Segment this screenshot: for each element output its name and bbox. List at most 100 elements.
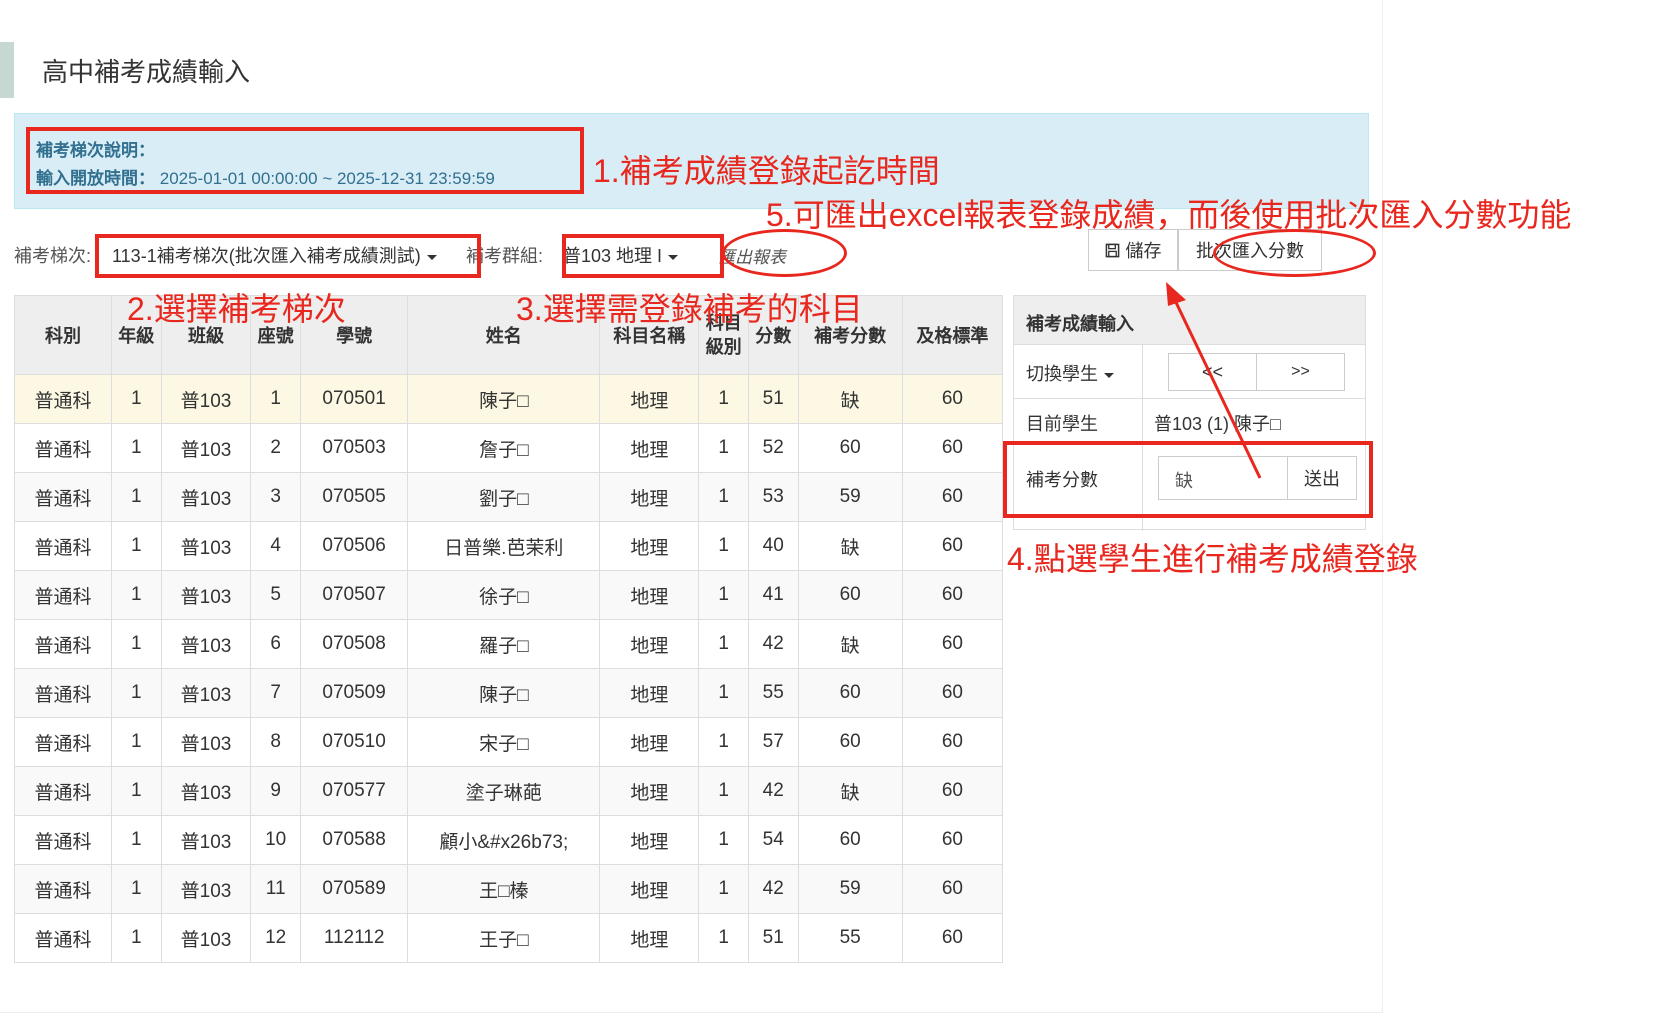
cell-seat: 6 bbox=[250, 619, 301, 669]
cell-student-id: 070589 bbox=[299, 864, 409, 914]
cell-class: 普103 bbox=[160, 864, 252, 914]
switch-student-dropdown[interactable]: 切換學生 bbox=[1026, 360, 1114, 386]
annotation-box-group bbox=[562, 234, 724, 278]
cell-class: 普103 bbox=[160, 815, 252, 865]
cell-student-id: 112112 bbox=[299, 913, 409, 963]
annotation-oval-export bbox=[722, 229, 847, 277]
cell-dept: 普通科 bbox=[13, 815, 113, 865]
cell-makeup-score: 55 bbox=[797, 913, 903, 963]
cell-student-id: 070503 bbox=[299, 423, 409, 473]
cell-name: 劉子□ bbox=[407, 472, 601, 522]
table-row[interactable]: 普通科 1 普103 11 070589 王□榛 地理 1 42 59 60 bbox=[13, 864, 1004, 914]
annotation-arrow-icon bbox=[1166, 282, 1262, 479]
cell-name: 陳子□ bbox=[407, 374, 601, 424]
switch-student-label: 切換學生 bbox=[1026, 364, 1098, 384]
cell-score: 51 bbox=[747, 913, 799, 963]
cell-student-id: 070508 bbox=[299, 619, 409, 669]
cell-score: 57 bbox=[747, 717, 799, 767]
cell-score: 40 bbox=[747, 521, 799, 571]
cell-dept: 普通科 bbox=[13, 766, 113, 816]
cell-subject: 地理 bbox=[599, 521, 700, 571]
title-accent-bar bbox=[0, 42, 14, 98]
cell-name: 王子□ bbox=[407, 913, 601, 963]
cell-name: 徐子□ bbox=[407, 570, 601, 620]
table-row[interactable]: 普通科 1 普103 12 112112 王子□ 地理 1 51 55 60 bbox=[13, 913, 1004, 963]
table-row[interactable]: 普通科 1 普103 6 070508 羅子□ 地理 1 42 缺 60 bbox=[13, 619, 1004, 669]
cell-dept: 普通科 bbox=[13, 423, 113, 473]
cell-class: 普103 bbox=[160, 766, 252, 816]
cell-name: 王□榛 bbox=[407, 864, 601, 914]
cell-score: 42 bbox=[747, 619, 799, 669]
batch-label: 補考梯次: bbox=[14, 246, 92, 266]
cell-grade: 1 bbox=[111, 864, 162, 914]
cell-seat: 11 bbox=[250, 864, 301, 914]
cell-score: 42 bbox=[747, 766, 799, 816]
save-button-label: 儲存 bbox=[1125, 241, 1162, 261]
annotation-text-3: 3.選擇需登錄補考的科目 bbox=[516, 291, 863, 327]
cell-seat: 5 bbox=[250, 570, 301, 620]
cell-subject: 地理 bbox=[599, 815, 700, 865]
table-row[interactable]: 普通科 1 普103 1 070501 陳子□ 地理 1 51 缺 60 bbox=[13, 374, 1004, 424]
table-row[interactable]: 普通科 1 普103 10 070588 顧小&#x26b73; 地理 1 54 60 60 bbox=[13, 815, 1004, 865]
cell-dept: 普通科 bbox=[13, 619, 113, 669]
cell-grade: 1 bbox=[111, 570, 162, 620]
cell-dept: 普通科 bbox=[13, 668, 113, 718]
cell-dept: 普通科 bbox=[13, 864, 113, 914]
cell-class: 普103 bbox=[160, 423, 252, 473]
cell-makeup-score: 59 bbox=[797, 472, 903, 522]
cell-pass-standard: 60 bbox=[901, 570, 1004, 620]
table-row[interactable]: 普通科 1 普103 4 070506 日普樂.芭茉利 地理 1 40 缺 60 bbox=[13, 521, 1004, 571]
cell-subject-level: 1 bbox=[698, 668, 749, 718]
cell-pass-standard: 60 bbox=[901, 423, 1004, 473]
cell-score: 51 bbox=[747, 374, 799, 424]
cell-pass-standard: 60 bbox=[901, 472, 1004, 522]
cell-subject-level: 1 bbox=[698, 913, 749, 963]
cell-student-id: 070507 bbox=[299, 570, 409, 620]
cell-seat: 7 bbox=[250, 668, 301, 718]
cell-seat: 10 bbox=[250, 815, 301, 865]
table-row[interactable]: 普通科 1 普103 2 070503 詹子□ 地理 1 52 60 60 bbox=[13, 423, 1004, 473]
cell-pass-standard: 60 bbox=[901, 668, 1004, 718]
cell-seat: 12 bbox=[250, 913, 301, 963]
cell-class: 普103 bbox=[160, 521, 252, 571]
current-student-label: 目前學生 bbox=[1026, 414, 1098, 434]
cell-pass-standard: 60 bbox=[901, 766, 1004, 816]
cell-subject-level: 1 bbox=[698, 619, 749, 669]
cell-subject: 地理 bbox=[599, 717, 700, 767]
table-row[interactable]: 普通科 1 普103 3 070505 劉子□ 地理 1 53 59 60 bbox=[13, 472, 1004, 522]
table-row[interactable]: 普通科 1 普103 5 070507 徐子□ 地理 1 41 60 60 bbox=[13, 570, 1004, 620]
cell-name: 羅子□ bbox=[407, 619, 601, 669]
cell-pass-standard: 60 bbox=[901, 864, 1004, 914]
cell-subject-level: 1 bbox=[698, 717, 749, 767]
cell-class: 普103 bbox=[160, 913, 252, 963]
cell-grade: 1 bbox=[111, 472, 162, 522]
cell-name: 顧小&#x26b73; bbox=[407, 815, 601, 865]
table-row[interactable]: 普通科 1 普103 7 070509 陳子□ 地理 1 55 60 60 bbox=[13, 668, 1004, 718]
cell-seat: 8 bbox=[250, 717, 301, 767]
cell-grade: 1 bbox=[111, 521, 162, 571]
annotation-box-schedule bbox=[26, 127, 584, 194]
cell-class: 普103 bbox=[160, 570, 252, 620]
cell-makeup-score: 60 bbox=[797, 717, 903, 767]
cell-dept: 普通科 bbox=[13, 472, 113, 522]
cell-name: 陳子□ bbox=[407, 668, 601, 718]
table-row[interactable]: 普通科 1 普103 9 070577 塗子琳葩 地理 1 42 缺 60 bbox=[13, 766, 1004, 816]
cell-score: 54 bbox=[747, 815, 799, 865]
cell-class: 普103 bbox=[160, 668, 252, 718]
cell-grade: 1 bbox=[111, 766, 162, 816]
table-row[interactable]: 普通科 1 普103 8 070510 宋子□ 地理 1 57 60 60 bbox=[13, 717, 1004, 767]
floppy-disk-icon bbox=[1105, 243, 1119, 257]
cell-subject: 地理 bbox=[599, 668, 700, 718]
cell-subject: 地理 bbox=[599, 423, 700, 473]
cell-class: 普103 bbox=[160, 374, 252, 424]
cell-makeup-score: 60 bbox=[797, 815, 903, 865]
cell-pass-standard: 60 bbox=[901, 913, 1004, 963]
annotation-text-5: 5.可匯出excel報表登錄成績，而後使用批次匯入分數功能 bbox=[766, 197, 1572, 233]
cell-dept: 普通科 bbox=[13, 717, 113, 767]
cell-dept: 普通科 bbox=[13, 913, 113, 963]
cell-subject: 地理 bbox=[599, 570, 700, 620]
cell-subject: 地理 bbox=[599, 766, 700, 816]
cell-name: 宋子□ bbox=[407, 717, 601, 767]
cell-subject: 地理 bbox=[599, 374, 700, 424]
cell-subject: 地理 bbox=[599, 913, 700, 963]
